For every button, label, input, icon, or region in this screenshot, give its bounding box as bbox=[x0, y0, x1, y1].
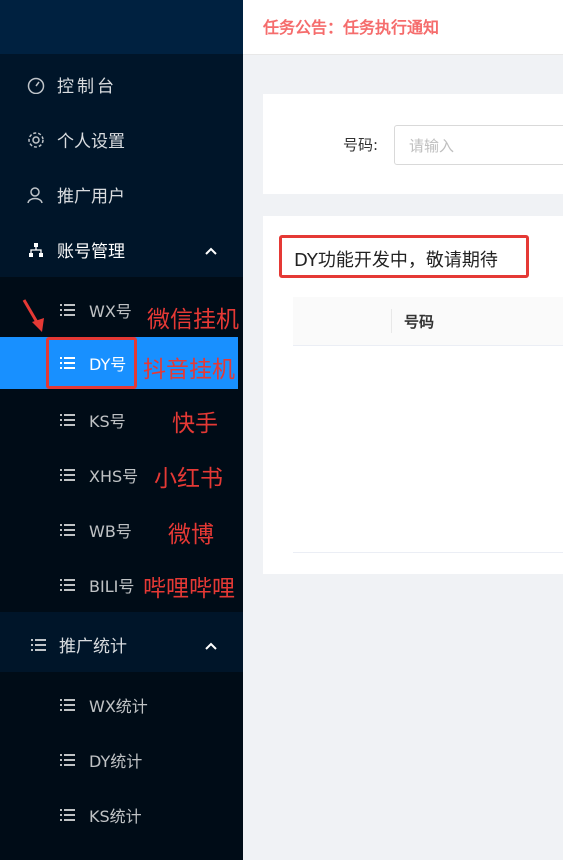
sidebar-item-label: 个人设置 bbox=[57, 132, 125, 152]
phone-search-input[interactable]: 请输入 bbox=[394, 125, 563, 165]
sidebar-item-label: KS号 bbox=[89, 411, 126, 431]
red-arrow-icon bbox=[22, 299, 44, 332]
list-icon bbox=[29, 636, 47, 654]
sidebar-submenu-account-mgmt[interactable]: 账号管理 bbox=[0, 222, 243, 277]
annotation-wx: 微信挂机 bbox=[147, 307, 239, 333]
gear-icon bbox=[27, 131, 45, 149]
annotation-wb: 微博 bbox=[168, 522, 214, 548]
sidebar-item-personal-settings[interactable]: 个人设置 bbox=[0, 112, 243, 167]
sitemap-icon bbox=[27, 241, 45, 259]
sidebar-item-label: KS统计 bbox=[89, 806, 142, 826]
phone-label: 号码: bbox=[343, 136, 379, 154]
highlight-box-dy bbox=[46, 337, 137, 389]
column-header-phone: 号码 bbox=[404, 313, 435, 331]
sidebar-item-label: 推广用户 bbox=[57, 187, 125, 207]
sidebar-item-wx-stats[interactable]: WX统计 bbox=[0, 677, 243, 732]
column-divider bbox=[391, 309, 392, 333]
table-bottom-border bbox=[293, 552, 563, 553]
chevron-up-icon bbox=[205, 240, 217, 260]
notice-text: 任务公告：任务执行通知 bbox=[263, 18, 440, 37]
list-icon bbox=[60, 303, 75, 316]
sidebar-item-label: BILI号 bbox=[89, 576, 135, 596]
sidebar-item-promote-users[interactable]: 推广用户 bbox=[0, 167, 243, 222]
list-icon bbox=[60, 468, 75, 481]
logo-area bbox=[0, 0, 243, 54]
sidebar-submenu-promote-stats[interactable]: 推广统计 bbox=[0, 617, 243, 672]
search-card: 号码: 请输入 bbox=[263, 94, 563, 194]
annotation-ks: 快手 bbox=[172, 411, 218, 437]
sidebar-item-label: WB号 bbox=[89, 521, 132, 541]
sidebar-item-dashboard[interactable]: 控制台 bbox=[0, 57, 243, 112]
sidebar-item-dy-stats[interactable]: DY统计 bbox=[0, 732, 243, 787]
list-icon bbox=[60, 578, 75, 591]
sidebar-item-label: 控制台 bbox=[57, 77, 117, 97]
submenu-title: 账号管理 bbox=[57, 242, 125, 262]
annotation-dy: 抖音挂机 bbox=[143, 357, 235, 383]
sidebar-item-label: XHS号 bbox=[89, 466, 139, 486]
top-header: 任务公告：任务执行通知 bbox=[243, 0, 563, 55]
submenu-title: 推广统计 bbox=[59, 637, 127, 657]
chevron-up-icon bbox=[205, 635, 217, 655]
list-icon bbox=[60, 808, 75, 821]
dashboard-icon bbox=[27, 76, 45, 94]
annotation-bili: 哔哩哔哩 bbox=[143, 576, 235, 602]
annotation-xhs: 小红书 bbox=[154, 466, 223, 492]
sidebar-item-label: WX号 bbox=[89, 301, 132, 321]
list-icon bbox=[60, 698, 75, 711]
list-icon bbox=[60, 753, 75, 766]
list-icon bbox=[60, 523, 75, 536]
list-icon bbox=[60, 413, 75, 426]
user-icon bbox=[27, 186, 45, 204]
sidebar-item-ks-stats[interactable]: KS统计 bbox=[0, 787, 243, 842]
table-header: 号码 bbox=[293, 297, 563, 346]
sidebar-item-label: DY统计 bbox=[89, 751, 143, 771]
highlight-box-message bbox=[279, 235, 529, 278]
input-placeholder: 请输入 bbox=[409, 136, 455, 155]
sidebar-item-label: WX统计 bbox=[89, 696, 148, 716]
